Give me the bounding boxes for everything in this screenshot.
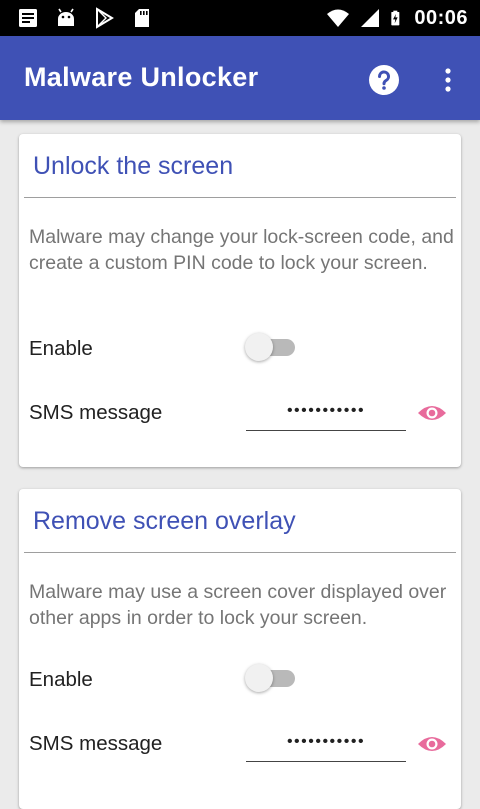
play-store-icon (96, 7, 114, 29)
sms-message-input[interactable]: ••••••••••• (246, 396, 406, 431)
show-password-eye-icon[interactable] (417, 733, 447, 755)
show-password-eye-icon[interactable] (417, 402, 447, 424)
android-icon (58, 8, 74, 26)
card-description: Malware may change your lock-screen code… (29, 226, 454, 274)
enable-label: Enable (29, 668, 93, 691)
toggle-thumb (245, 664, 273, 692)
status-time: 00:06 (414, 7, 468, 29)
sd-card-icon (135, 9, 149, 27)
enable-toggle[interactable] (245, 663, 301, 693)
card-divider (24, 552, 456, 553)
unlock-screen-card: Unlock the screen Malware may change you… (19, 134, 461, 467)
card-divider (24, 197, 456, 198)
status-bar: 00:06 (0, 0, 480, 36)
toggle-thumb (245, 333, 273, 361)
enable-toggle[interactable] (245, 332, 301, 362)
battery-charging-icon (391, 10, 400, 26)
sms-message-label: SMS message (29, 732, 163, 755)
notes-icon (19, 9, 37, 27)
signal-icon (361, 9, 380, 27)
wifi-icon (327, 9, 350, 27)
sms-message-input[interactable]: ••••••••••• (246, 727, 406, 762)
app-bar: Malware Unlocker (0, 36, 480, 120)
card-title: Remove screen overlay (33, 507, 296, 535)
overflow-menu-icon[interactable] (436, 64, 460, 96)
remove-overlay-card: Remove screen overlay Malware may use a … (19, 489, 461, 809)
card-title: Unlock the screen (33, 152, 234, 180)
app-title: Malware Unlocker (24, 62, 259, 92)
help-icon[interactable] (368, 64, 400, 96)
card-description: Malware may use a screen cover displayed… (29, 581, 447, 629)
enable-label: Enable (29, 337, 93, 360)
sms-message-label: SMS message (29, 401, 163, 424)
